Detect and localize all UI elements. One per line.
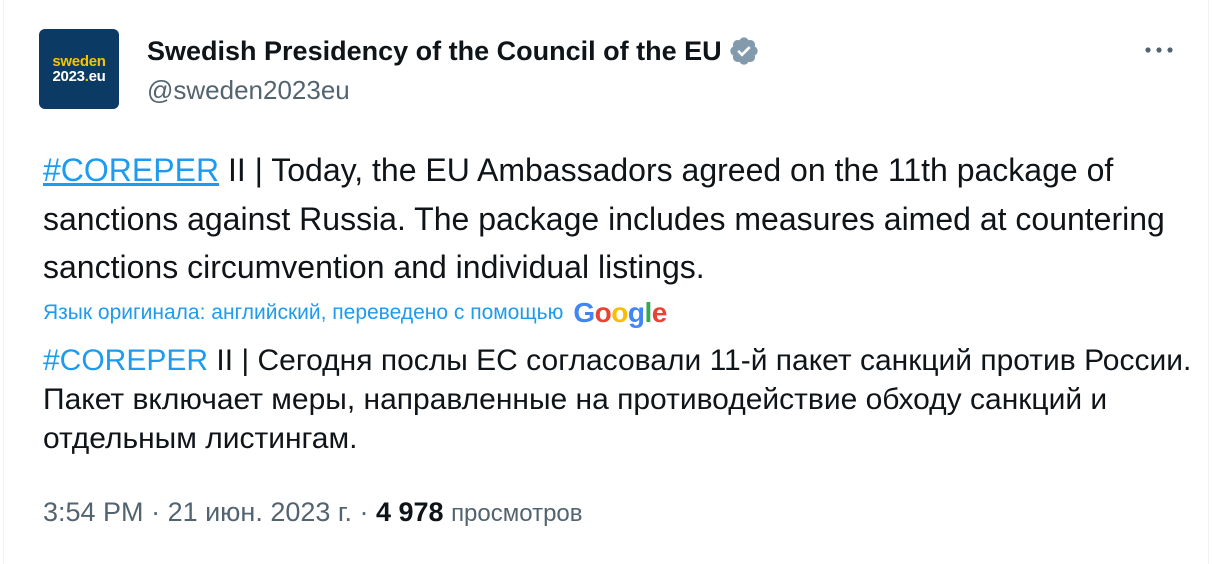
tweet-meta: 3:54 PM · 21 июн. 2023 г. · 4 978 просмо… bbox=[43, 497, 583, 528]
tweet-text-translated: #COREPER II | Сегодня послы ЕС согласова… bbox=[43, 341, 1193, 458]
views-count: 4 978 bbox=[375, 497, 444, 527]
tweet-text-original: #COREPER II | Today, the EU Ambassadors … bbox=[43, 146, 1193, 292]
google-logo-letter: o bbox=[611, 297, 628, 328]
views-label: просмотров bbox=[451, 500, 583, 527]
google-logo: Google bbox=[573, 297, 668, 329]
tweet-time[interactable]: 3:54 PM bbox=[43, 497, 144, 527]
google-logo-letter: g bbox=[627, 297, 645, 328]
tweet-text-ru-body: II | Сегодня послы ЕС согласовали 11-й п… bbox=[43, 344, 1192, 455]
tweet-date[interactable]: 21 июн. 2023 г. bbox=[168, 497, 352, 527]
hashtag-link[interactable]: #COREPER bbox=[43, 152, 219, 188]
google-logo-letter: l bbox=[644, 297, 652, 328]
google-logo-letter: e bbox=[651, 297, 668, 328]
author-name-row: Swedish Presidency of the Council of the… bbox=[147, 32, 760, 70]
meta-separator: · bbox=[351, 497, 376, 527]
meta-separator: · bbox=[143, 497, 168, 527]
tweet-card: sweden 2023.eu Swedish Presidency of the… bbox=[3, 0, 1209, 564]
translation-label[interactable]: Язык оригинала: английский, переведено с… bbox=[43, 301, 563, 325]
google-logo-letter: o bbox=[594, 297, 612, 328]
avatar[interactable]: sweden 2023.eu bbox=[39, 29, 119, 109]
author-name[interactable]: Swedish Presidency of the Council of the… bbox=[147, 36, 722, 67]
hashtag-link-translated[interactable]: #COREPER bbox=[43, 344, 208, 377]
author-handle[interactable]: @sweden2023eu bbox=[147, 75, 350, 106]
translation-attribution: Язык оригинала: английский, переведено с… bbox=[43, 297, 667, 329]
more-options-icon[interactable] bbox=[1139, 36, 1179, 64]
avatar-text-line1: sweden bbox=[52, 53, 106, 70]
avatar-text-line2: 2023.eu bbox=[53, 69, 106, 84]
google-logo-letter: G bbox=[573, 297, 595, 328]
avatar-text-domain: eu bbox=[88, 68, 106, 85]
avatar-text-year: 2023 bbox=[52, 68, 85, 85]
verified-badge-icon[interactable] bbox=[728, 35, 760, 67]
